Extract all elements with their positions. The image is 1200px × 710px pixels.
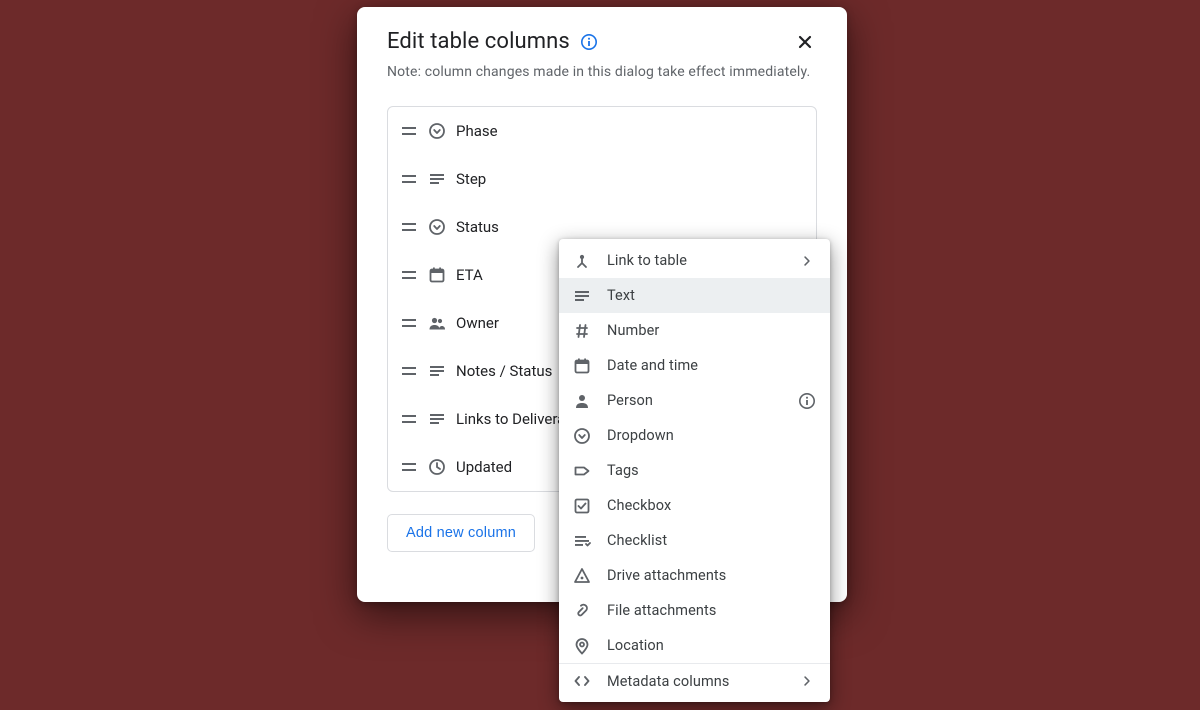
checkbox-icon [573, 497, 591, 515]
dialog-header: Edit table columns [387, 29, 817, 54]
column-label: Phase [456, 122, 498, 140]
menu-item-label: Person [607, 392, 782, 409]
menu-item-label: File attachments [607, 602, 816, 619]
drag-handle-icon[interactable] [400, 122, 418, 140]
clock-icon [428, 458, 446, 476]
menu-item-metadata-columns[interactable]: Metadata columns [559, 663, 830, 698]
menu-item-number[interactable]: Number [559, 313, 830, 348]
drag-handle-icon[interactable] [400, 410, 418, 428]
column-label: Step [456, 170, 486, 188]
text-icon [428, 362, 446, 380]
checklist-icon [573, 532, 591, 550]
link-table-icon [573, 252, 591, 270]
menu-item-link-to-table[interactable]: Link to table [559, 243, 830, 278]
menu-item-label: Metadata columns [607, 673, 782, 690]
column-type-menu: Link to table Text Number Date and time … [559, 239, 830, 702]
menu-item-checkbox[interactable]: Checkbox [559, 488, 830, 523]
dialog-title: Edit table columns [387, 29, 570, 54]
add-new-column-button[interactable]: Add new column [387, 514, 535, 552]
dropdown-icon [428, 122, 446, 140]
menu-item-person[interactable]: Person [559, 383, 830, 418]
menu-item-file-attachments[interactable]: File attachments [559, 593, 830, 628]
date-icon [573, 357, 591, 375]
info-icon[interactable] [798, 392, 816, 410]
chevron-right-icon [798, 252, 816, 270]
column-row[interactable]: Phase [388, 107, 816, 155]
menu-item-label: Drive attachments [607, 567, 816, 584]
tag-icon [573, 462, 591, 480]
drag-handle-icon[interactable] [400, 218, 418, 236]
drag-handle-icon[interactable] [400, 314, 418, 332]
menu-item-label: Number [607, 322, 816, 339]
menu-item-drive-attachments[interactable]: Drive attachments [559, 558, 830, 593]
dropdown-icon [573, 427, 591, 445]
menu-item-checklist[interactable]: Checklist [559, 523, 830, 558]
menu-item-label: Tags [607, 462, 816, 479]
dropdown-icon [428, 218, 446, 236]
menu-item-label: Dropdown [607, 427, 816, 444]
drag-handle-icon[interactable] [400, 458, 418, 476]
drag-handle-icon[interactable] [400, 170, 418, 188]
menu-item-label: Text [607, 287, 816, 304]
drag-handle-icon[interactable] [400, 266, 418, 284]
column-row[interactable]: Step [388, 155, 816, 203]
column-label: ETA [456, 266, 483, 284]
menu-item-tags[interactable]: Tags [559, 453, 830, 488]
menu-item-label: Date and time [607, 357, 816, 374]
location-icon [573, 637, 591, 655]
person-icon [573, 392, 591, 410]
date-icon [428, 266, 446, 284]
code-icon [573, 672, 591, 690]
menu-item-label: Link to table [607, 252, 782, 269]
text-icon [428, 410, 446, 428]
drag-handle-icon[interactable] [400, 362, 418, 380]
menu-item-dropdown[interactable]: Dropdown [559, 418, 830, 453]
chevron-right-icon [798, 672, 816, 690]
text-icon [428, 170, 446, 188]
dialog-note: Note: column changes made in this dialog… [387, 64, 817, 80]
number-icon [573, 322, 591, 340]
menu-item-label: Checkbox [607, 497, 816, 514]
column-label: Updated [456, 458, 512, 476]
close-button[interactable] [793, 30, 817, 54]
menu-item-date-and-time[interactable]: Date and time [559, 348, 830, 383]
drive-icon [573, 567, 591, 585]
person-icon [428, 314, 446, 332]
column-label: Notes / Status [456, 362, 552, 380]
menu-item-text[interactable]: Text [559, 278, 830, 313]
file-icon [573, 602, 591, 620]
menu-item-label: Checklist [607, 532, 816, 549]
info-icon[interactable] [580, 33, 598, 51]
menu-item-location[interactable]: Location [559, 628, 830, 663]
column-label: Owner [456, 314, 499, 332]
text-icon [573, 287, 591, 305]
column-label: Status [456, 218, 499, 236]
dialog-title-wrap: Edit table columns [387, 29, 598, 54]
menu-item-label: Location [607, 637, 816, 654]
